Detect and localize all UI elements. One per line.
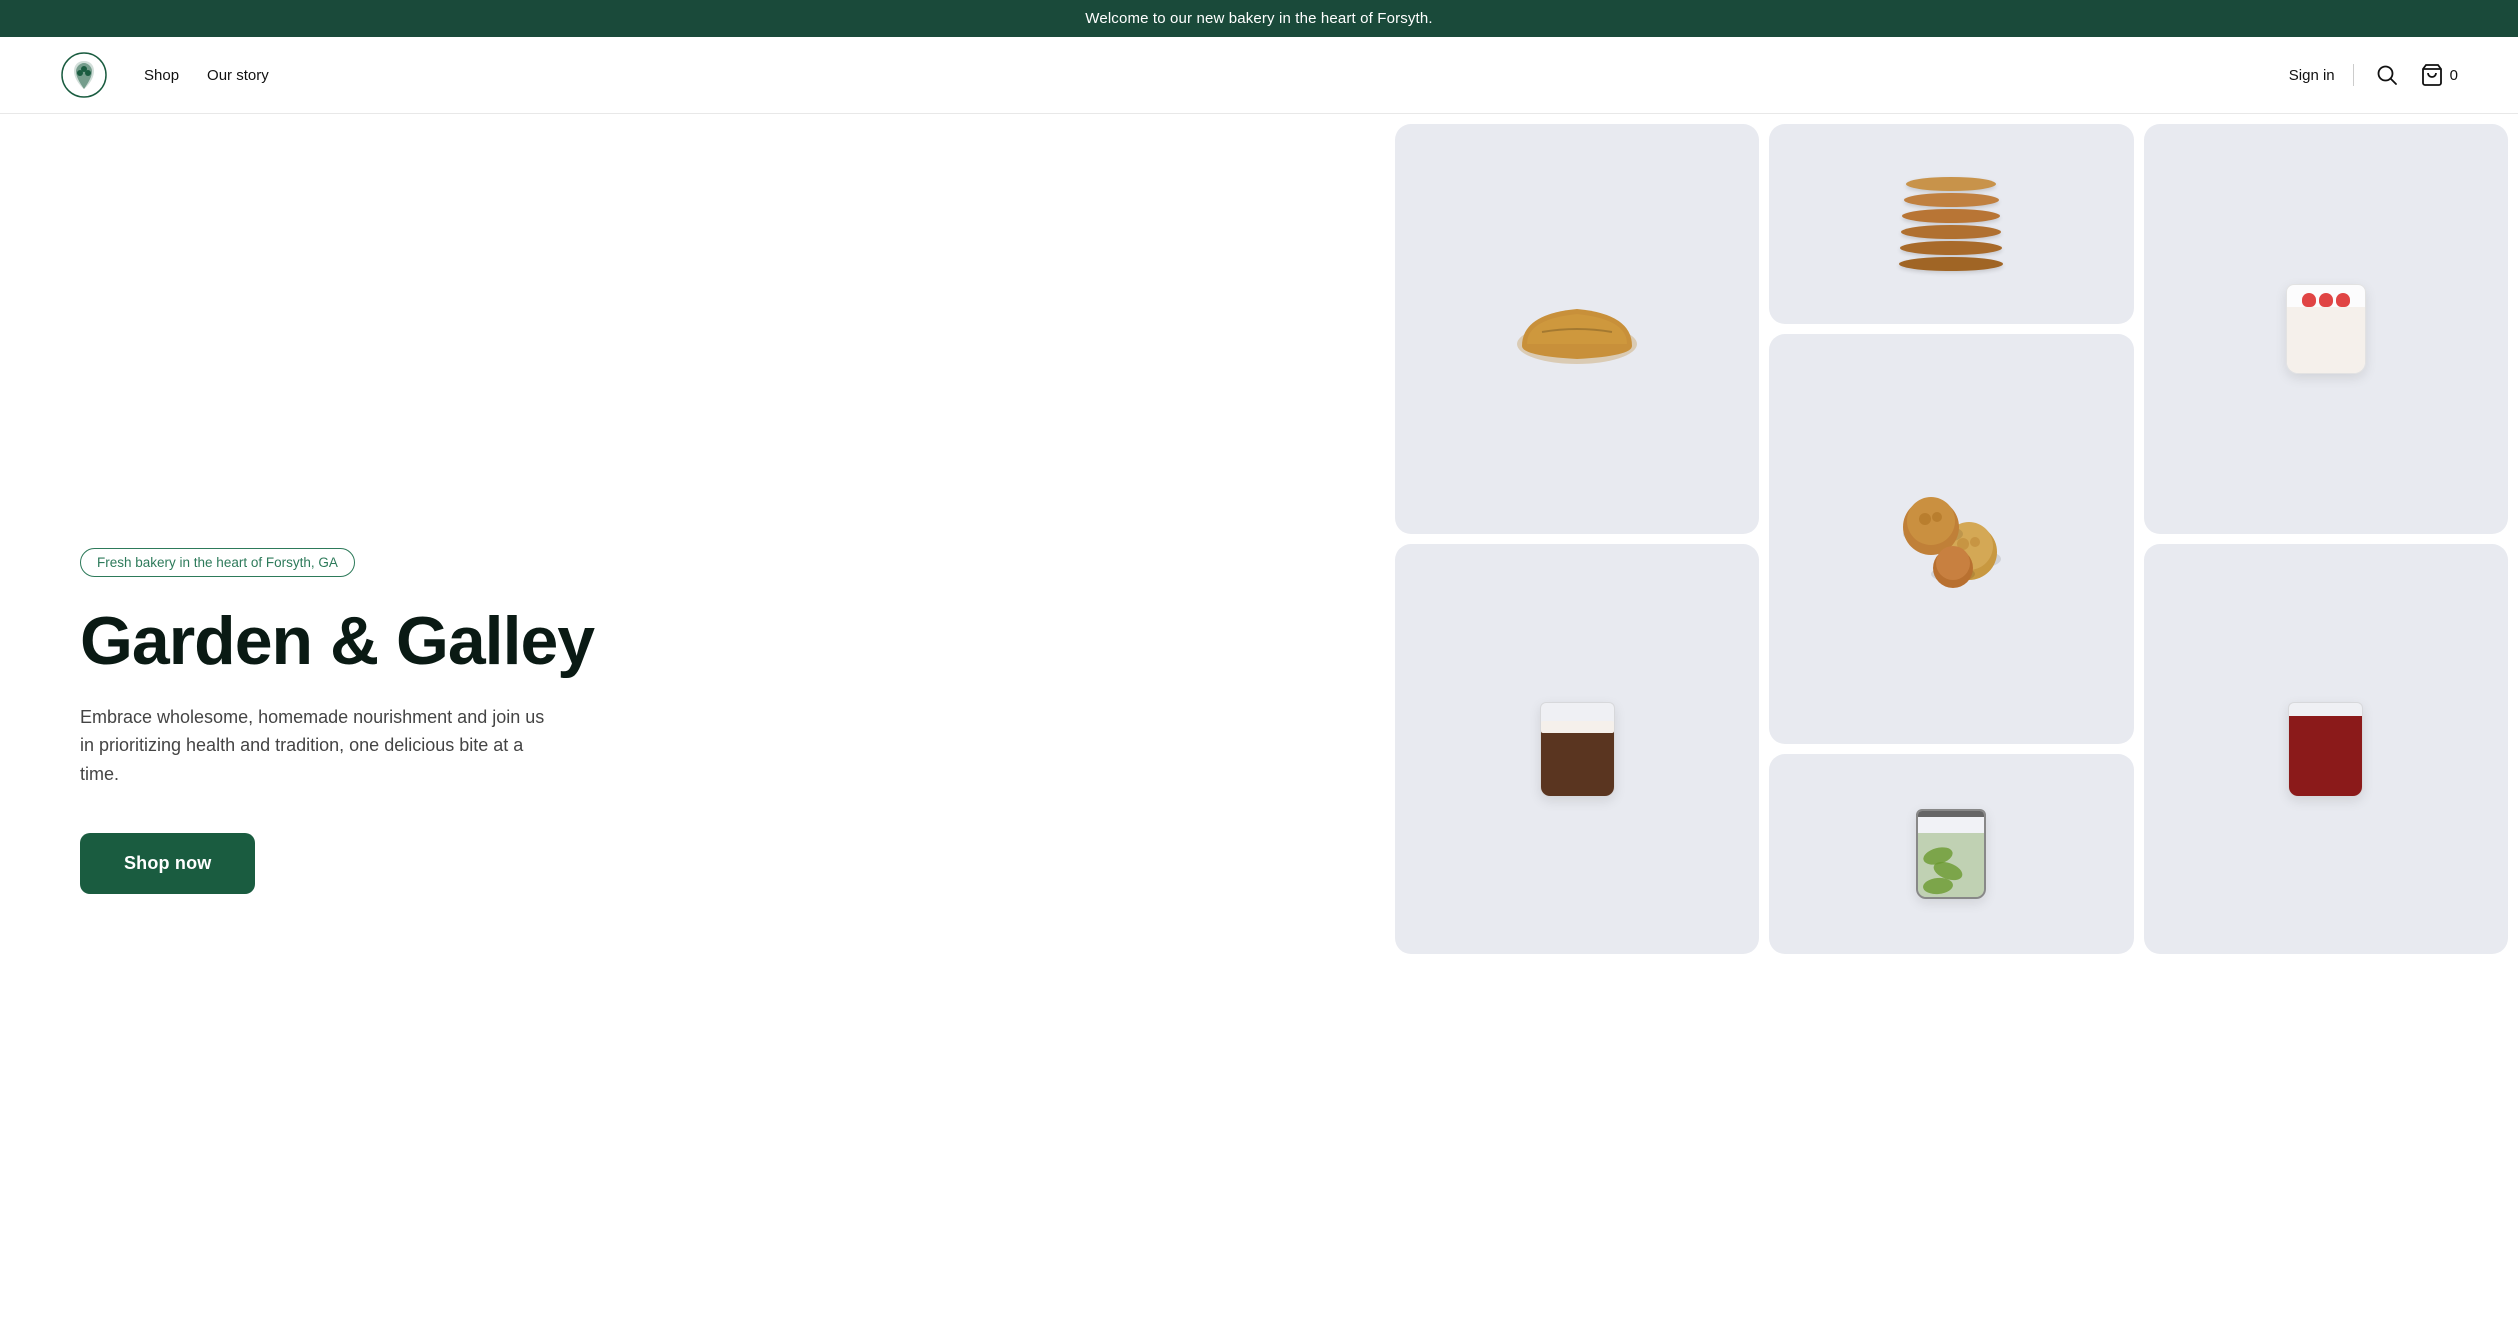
announcement-bar: Welcome to our new bakery in the heart o… bbox=[0, 0, 2518, 37]
navigation: Shop Our story Sign in 0 bbox=[0, 37, 2518, 114]
hero-title: Garden & Galley bbox=[80, 605, 1305, 678]
nav-divider bbox=[2353, 64, 2354, 86]
muffins-svg bbox=[1891, 484, 2011, 594]
cart-icon bbox=[2420, 63, 2444, 87]
yogurt-illustration bbox=[2180, 165, 2472, 493]
product-grid bbox=[1385, 114, 2518, 1328]
product-card-muffins[interactable] bbox=[1769, 334, 2133, 744]
nav-shop[interactable]: Shop bbox=[144, 67, 179, 84]
pancake-illustration bbox=[1806, 144, 2097, 304]
product-card-pancakes[interactable] bbox=[1769, 124, 2133, 324]
product-card-jar[interactable] bbox=[1769, 754, 2133, 954]
muffins-illustration bbox=[1806, 375, 2097, 703]
hero-section: Fresh bakery in the heart of Forsyth, GA… bbox=[0, 114, 2518, 1328]
jar-illustration bbox=[1806, 774, 2097, 934]
nav-links: Shop Our story bbox=[144, 67, 269, 84]
hero-left: Fresh bakery in the heart of Forsyth, GA… bbox=[0, 114, 1385, 1328]
hero-description: Embrace wholesome, homemade nourishment … bbox=[80, 703, 560, 789]
bread-illustration bbox=[1431, 165, 1722, 493]
nav-our-story[interactable]: Our story bbox=[207, 67, 269, 84]
shop-now-button[interactable]: Shop now bbox=[80, 833, 255, 894]
search-button[interactable] bbox=[2372, 60, 2402, 90]
sign-in-button[interactable]: Sign in bbox=[2289, 67, 2335, 84]
product-card-red-drink[interactable] bbox=[2144, 544, 2508, 954]
red-drink-illustration bbox=[2180, 585, 2472, 913]
location-badge: Fresh bakery in the heart of Forsyth, GA bbox=[80, 548, 355, 577]
search-icon bbox=[2376, 64, 2398, 86]
logo[interactable] bbox=[60, 51, 108, 99]
product-card-yogurt[interactable] bbox=[2144, 124, 2508, 534]
logo-icon bbox=[60, 51, 108, 99]
cart-button[interactable]: 0 bbox=[2420, 63, 2458, 87]
product-card-choc-drink[interactable] bbox=[1395, 544, 1759, 954]
cart-count: 0 bbox=[2450, 67, 2458, 84]
announcement-text: Welcome to our new bakery in the heart o… bbox=[1085, 10, 1432, 27]
choc-drink-illustration bbox=[1431, 585, 1722, 913]
bread-svg bbox=[1512, 284, 1642, 374]
nav-right: Sign in 0 bbox=[2289, 60, 2458, 90]
product-card-bread[interactable] bbox=[1395, 124, 1759, 534]
